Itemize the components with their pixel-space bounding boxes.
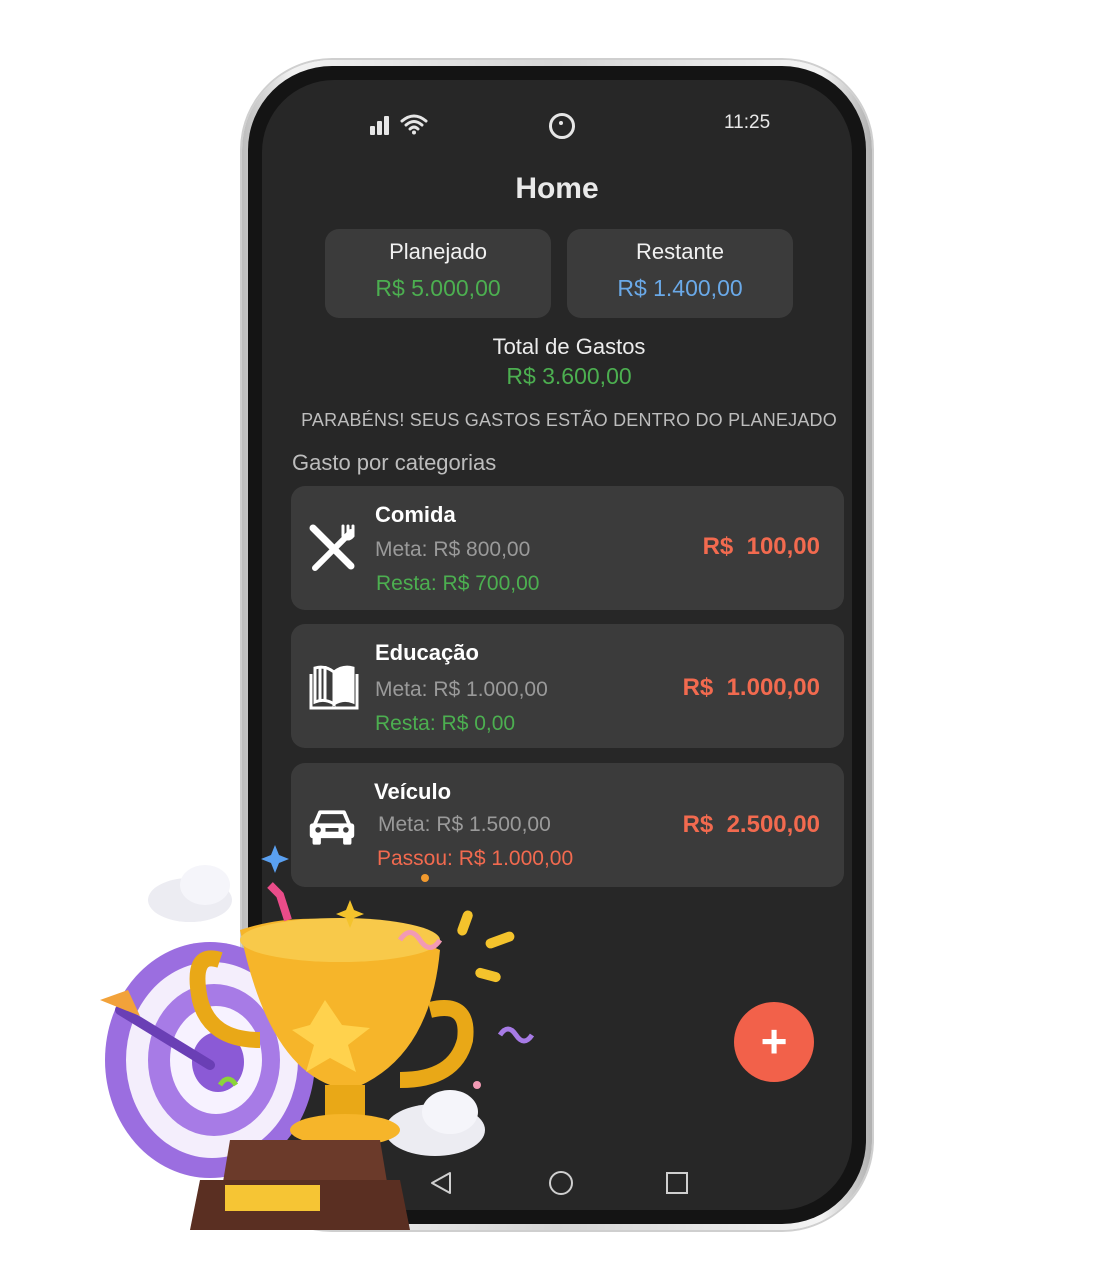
remaining-card: Restante R$ 1.400,00: [567, 229, 793, 318]
total-value: R$ 3.600,00: [506, 363, 632, 389]
trophy-illustration: [100, 845, 535, 1230]
category-name: Veículo: [374, 779, 452, 804]
camera-icon: [549, 113, 575, 139]
planned-card: Planejado R$ 5.000,00: [325, 229, 551, 318]
category-goal: Meta: R$ 1.000,00: [375, 678, 548, 701]
section-title: Gasto por categorias: [292, 450, 497, 475]
planned-value: R$ 5.000,00: [375, 275, 501, 301]
category-value: R$ 2.500,00: [682, 811, 820, 838]
category-card-educacao[interactable]: Educação Meta: R$ 1.000,00 Resta: R$ 0,0…: [291, 624, 844, 748]
status-message: PARABÉNS! SEUS GASTOS ESTÃO DENTRO DO PL…: [301, 410, 837, 430]
page-title: Home: [515, 172, 599, 205]
add-expense-button[interactable]: +: [734, 1002, 814, 1082]
remaining-value: R$ 1.400,00: [617, 275, 743, 301]
plus-icon: +: [760, 1015, 788, 1067]
category-status: Resta: R$ 0,00: [375, 712, 516, 735]
recent-apps-icon[interactable]: [664, 1170, 690, 1196]
category-status: Resta: R$ 700,00: [376, 572, 540, 595]
category-name: Educação: [375, 640, 479, 665]
category-goal: Meta: R$ 800,00: [375, 538, 531, 561]
remaining-label: Restante: [635, 239, 725, 264]
category-card-comida[interactable]: Comida Meta: R$ 800,00 Resta: R$ 700,00 …: [291, 486, 844, 610]
book-icon: [309, 665, 359, 710]
category-name: Comida: [375, 502, 456, 527]
status-time: 11:25: [724, 112, 771, 133]
signal-icon: [370, 116, 389, 135]
category-value: R$ 1.000,00: [682, 674, 820, 701]
fork-knife-icon: [309, 524, 355, 571]
category-value: R$ 100,00: [702, 533, 820, 560]
planned-label: Planejado: [389, 239, 487, 264]
total-label: Total de Gastos: [492, 334, 646, 359]
wifi-icon: [400, 114, 428, 135]
category-goal: Meta: R$ 1.500,00: [378, 813, 551, 836]
